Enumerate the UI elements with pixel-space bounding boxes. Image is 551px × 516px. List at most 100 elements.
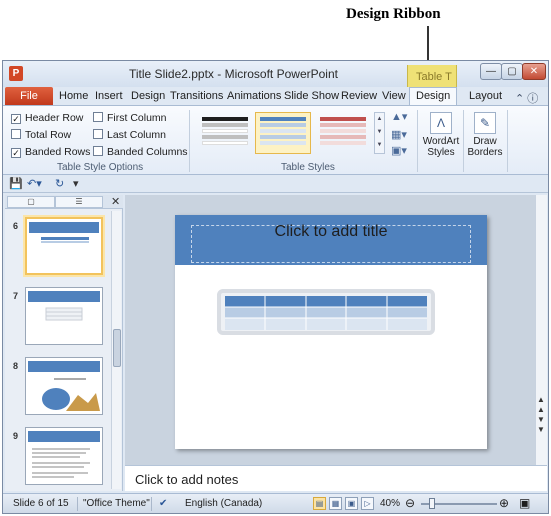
tab-table-design[interactable]: Design xyxy=(409,87,458,106)
group-separator xyxy=(463,110,464,172)
header-row-checkbox[interactable]: ✓ xyxy=(11,114,21,124)
tab-review[interactable]: Review xyxy=(341,90,377,102)
slide-thumbnail-6[interactable] xyxy=(25,217,103,275)
slide-editing-area: Click to add title xyxy=(125,195,535,465)
borders-icon[interactable]: ▦▾ xyxy=(391,128,407,141)
reading-view-button[interactable]: ▣ xyxy=(345,497,358,510)
slides-pane-scrollbar[interactable] xyxy=(111,211,121,489)
thumb-table xyxy=(45,307,83,321)
close-pane-icon[interactable]: ✕ xyxy=(111,195,120,208)
table-object[interactable] xyxy=(217,289,435,335)
table-style-red[interactable] xyxy=(315,112,371,154)
thumb-title xyxy=(29,222,99,233)
thumb-header xyxy=(260,117,306,121)
zoom-in-icon[interactable]: ⊕ xyxy=(499,496,509,510)
total-row-option[interactable]: Total Row xyxy=(11,129,71,141)
tab-insert[interactable]: Insert xyxy=(95,90,123,102)
slide-show-button[interactable]: ▷ xyxy=(361,497,374,510)
redo-icon[interactable]: ↻ xyxy=(55,177,64,190)
thumb-band xyxy=(202,135,248,139)
tab-design[interactable]: Design xyxy=(131,90,165,102)
powerpoint-icon[interactable]: P xyxy=(9,66,23,81)
pencil-icon: ✎ xyxy=(474,112,496,134)
theme-name: "Office Theme" xyxy=(83,498,150,509)
total-row-checkbox[interactable] xyxy=(11,129,21,139)
thumb-band xyxy=(202,141,248,145)
first-column-label: First Column xyxy=(107,112,167,124)
slide-thumbnail-7[interactable] xyxy=(25,287,103,345)
table-styles-caption: Table Styles xyxy=(281,162,335,173)
close-button[interactable]: ✕ xyxy=(522,63,546,80)
slides-pane: ▢ ☰ ✕ 6 7 8 9 xyxy=(5,195,123,491)
scroll-thumb[interactable] xyxy=(113,329,121,367)
draw-borders-button[interactable]: ✎ Draw Borders xyxy=(465,112,505,158)
thumb-band xyxy=(320,123,366,127)
thumb-title xyxy=(28,431,100,442)
thumb-band xyxy=(320,141,366,145)
banded-columns-option[interactable]: Banded Columns xyxy=(93,146,188,158)
last-column-checkbox[interactable] xyxy=(93,129,103,139)
tab-slide-show[interactable]: Slide Show xyxy=(284,90,339,102)
tab-view[interactable]: View xyxy=(382,90,406,102)
first-column-option[interactable]: First Column xyxy=(93,112,167,124)
table-style-options-caption: Table Style Options xyxy=(57,162,144,173)
notes-pane[interactable]: Click to add notes xyxy=(125,465,547,491)
gallery-scroll[interactable]: ▲ ▼ ▼ xyxy=(374,112,385,154)
save-icon[interactable]: 💾 xyxy=(9,177,23,190)
wordart-styles-label: WordArt Styles xyxy=(422,136,460,158)
zoom-level[interactable]: 40% xyxy=(380,498,400,509)
slide-thumbnail-9[interactable] xyxy=(25,427,103,485)
first-column-checkbox[interactable] xyxy=(93,112,103,122)
thumb-band xyxy=(260,141,306,145)
prev-next-slide-buttons[interactable]: ▲ ▲ ▼ ▼ xyxy=(537,395,545,435)
table-style-dark[interactable] xyxy=(197,112,253,154)
spelling-check-icon[interactable]: ✔ xyxy=(159,498,167,509)
language-indicator[interactable]: English (Canada) xyxy=(185,498,262,509)
banded-rows-checkbox[interactable]: ✓ xyxy=(11,148,21,158)
status-separator xyxy=(77,497,78,511)
notes-placeholder[interactable]: Click to add notes xyxy=(135,472,238,487)
group-separator xyxy=(189,110,190,172)
slide-number: 9 xyxy=(13,431,19,441)
slides-tab[interactable]: ▢ xyxy=(7,196,55,208)
banded-rows-label: Banded Rows xyxy=(25,146,91,158)
maximize-button[interactable]: ▢ xyxy=(501,63,523,80)
table-grid xyxy=(225,296,427,330)
slide-thumbnail-8[interactable] xyxy=(25,357,103,415)
thumb-band xyxy=(260,129,306,133)
draw-borders-label: Draw Borders xyxy=(467,136,503,158)
table-tools-label: Table T xyxy=(416,71,452,83)
header-row-option[interactable]: ✓ Header Row xyxy=(11,112,83,124)
undo-icon[interactable]: ↶▾ xyxy=(27,177,42,190)
tab-home[interactable]: Home xyxy=(59,90,88,102)
tab-animations[interactable]: Animations xyxy=(227,90,281,102)
current-slide: Click to add title xyxy=(175,215,487,449)
slide-number: 7 xyxy=(13,291,19,301)
title-placeholder[interactable]: Click to add title xyxy=(175,223,487,241)
zoom-slider-thumb[interactable] xyxy=(429,498,435,509)
wordart-styles-button[interactable]: Λ WordArt Styles xyxy=(421,112,461,158)
shading-icon[interactable]: ▲▾ xyxy=(391,110,407,123)
last-column-option[interactable]: Last Column xyxy=(93,129,166,141)
banded-rows-option[interactable]: ✓ Banded Rows xyxy=(11,146,90,158)
tab-file[interactable]: File xyxy=(5,87,53,105)
ribbon-tabs: File Home Insert Design Transitions Anim… xyxy=(3,87,548,106)
minimize-button[interactable]: — xyxy=(480,63,502,80)
tab-table-layout[interactable]: Layout xyxy=(469,90,502,102)
zoom-out-icon[interactable]: ⊖ xyxy=(405,496,415,510)
table-style-blue[interactable] xyxy=(255,112,311,154)
fit-to-window-icon[interactable]: ▣ xyxy=(519,496,530,510)
banded-columns-checkbox[interactable] xyxy=(93,146,103,156)
outline-tab[interactable]: ☰ xyxy=(55,196,103,208)
help-icon[interactable]: ⌃ ⓘ xyxy=(515,90,538,106)
editor-scrollbar[interactable]: ▲ ▲ ▼ ▼ xyxy=(535,195,547,465)
thumb-band xyxy=(202,123,248,127)
tab-transitions[interactable]: Transitions xyxy=(170,90,223,102)
slide-sorter-button[interactable]: ▦ xyxy=(329,497,342,510)
effects-icon[interactable]: ▣▾ xyxy=(391,144,407,157)
normal-view-button[interactable]: ▤ xyxy=(313,497,326,510)
group-separator xyxy=(507,110,508,172)
customize-qat-icon[interactable]: ▾ xyxy=(73,177,79,190)
status-bar: Slide 6 of 15 "Office Theme" ✔ English (… xyxy=(3,493,548,513)
thumb-band xyxy=(320,135,366,139)
